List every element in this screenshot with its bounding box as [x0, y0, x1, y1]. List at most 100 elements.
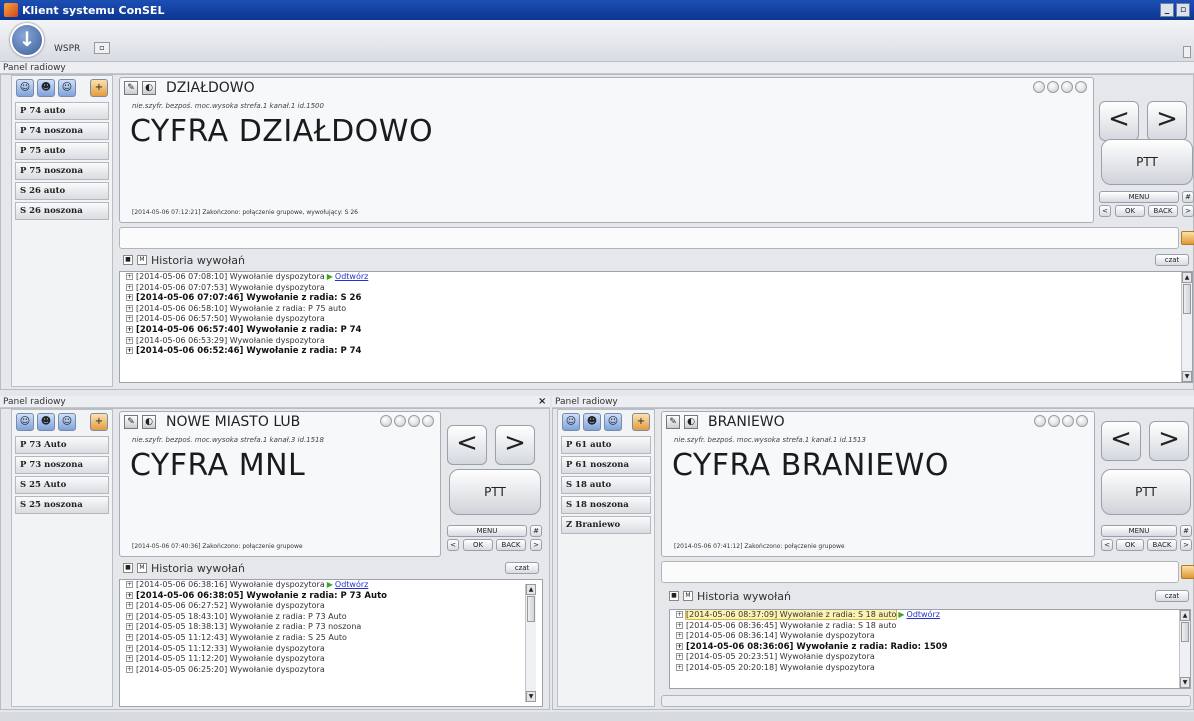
history-list[interactable]: + [2014-05-06 08:37:09] Wywołanie z radia…: [669, 609, 1191, 689]
expand-row-icon[interactable]: +: [126, 612, 133, 620]
play-link[interactable]: Odtwórz: [335, 272, 368, 281]
history-scrollbar[interactable]: ▲ ▼: [1181, 272, 1192, 382]
expand-row-icon[interactable]: +: [126, 665, 133, 673]
expand-row-icon[interactable]: +: [126, 347, 133, 355]
wspr-button[interactable]: ▫: [94, 42, 110, 54]
message-strip[interactable]: [661, 561, 1179, 583]
expand-row-icon[interactable]: +: [676, 642, 683, 650]
expand-row-icon[interactable]: +: [126, 633, 133, 641]
expand-row-icon[interactable]: +: [126, 283, 133, 291]
history-row[interactable]: + [2014-05-06 06:57:40] Wywołanie z radia…: [120, 325, 1192, 336]
m-icon[interactable]: M: [683, 591, 693, 601]
arrow-down-icon[interactable]: ↓: [10, 23, 44, 57]
play-icon[interactable]: ▶: [327, 580, 333, 589]
back-button[interactable]: BACK: [496, 539, 526, 551]
play-link[interactable]: Odtwórz: [335, 580, 368, 589]
ptt-button[interactable]: PTT: [1101, 469, 1191, 515]
left-small-button[interactable]: <: [1101, 539, 1113, 551]
history-row[interactable]: + [2014-05-05 18:43:10] Wywołanie z radia…: [120, 612, 542, 623]
history-list[interactable]: + [2014-05-06 07:08:10] Wywołanie dyspozy…: [119, 271, 1193, 383]
expand-row-icon[interactable]: +: [126, 623, 133, 631]
right-small-button[interactable]: >: [530, 539, 542, 551]
unit-item[interactable]: P 73 noszona: [15, 456, 109, 474]
ptt-button[interactable]: PTT: [449, 469, 541, 515]
menu-button[interactable]: MENU: [1099, 191, 1179, 203]
expand-icon[interactable]: ■: [123, 255, 133, 265]
history-row[interactable]: + [2014-05-06 06:53:29] Wywołanie dyspozy…: [120, 336, 1192, 347]
right-small-button[interactable]: >: [1180, 539, 1192, 551]
toolbar-scroll-button[interactable]: [1183, 46, 1191, 58]
back-button[interactable]: BACK: [1148, 205, 1178, 217]
unit-item[interactable]: P 75 auto: [15, 142, 109, 160]
maximize-button[interactable]: ▫: [1176, 3, 1190, 17]
history-row[interactable]: + [2014-05-06 08:36:06] Wywołanie z radia…: [670, 642, 1190, 653]
prev-button[interactable]: <: [1099, 101, 1139, 141]
expand-row-icon[interactable]: +: [126, 304, 133, 312]
next-button[interactable]: >: [1149, 421, 1189, 461]
user-icon[interactable]: ☺: [562, 413, 580, 431]
expand-row-icon[interactable]: +: [676, 632, 683, 640]
expand-row-icon[interactable]: +: [676, 663, 683, 671]
history-row[interactable]: + [2014-05-06 06:38:05] Wywołanie z radia…: [120, 591, 542, 602]
prev-button[interactable]: <: [447, 425, 487, 465]
czat-button[interactable]: czat: [1155, 254, 1189, 266]
history-row[interactable]: + [2014-05-05 11:12:43] Wywołanie z radia…: [120, 633, 542, 644]
unit-item[interactable]: P 74 noszona: [15, 122, 109, 140]
m-icon[interactable]: M: [137, 563, 147, 573]
unit-item[interactable]: P 61 auto: [561, 436, 651, 454]
group-icon[interactable]: ☻: [37, 79, 55, 97]
contact-icon[interactable]: ☺: [604, 413, 622, 431]
add-user-icon[interactable]: +: [632, 413, 650, 431]
settings-icon[interactable]: ✎: [666, 415, 680, 429]
history-row[interactable]: + [2014-05-06 07:07:46] Wywołanie z radia…: [120, 293, 1192, 304]
expand-row-icon[interactable]: +: [126, 655, 133, 663]
expand-row-icon[interactable]: +: [676, 611, 683, 618]
history-row[interactable]: + [2014-05-05 20:23:51] Wywołanie dyspozy…: [670, 652, 1190, 663]
history-row[interactable]: + [2014-05-06 07:07:53] Wywołanie dyspozy…: [120, 283, 1192, 294]
history-row[interactable]: + [2014-05-05 11:12:33] Wywołanie dyspozy…: [120, 644, 542, 655]
back-button[interactable]: BACK: [1147, 539, 1177, 551]
contact-icon[interactable]: ☺: [58, 79, 76, 97]
unit-item[interactable]: P 61 noszona: [561, 456, 651, 474]
expand-row-icon[interactable]: +: [126, 602, 133, 610]
ok-button[interactable]: OK: [463, 539, 493, 551]
speaker-icon[interactable]: ◐: [684, 415, 698, 429]
unit-item[interactable]: S 26 auto: [15, 182, 109, 200]
unit-item[interactable]: S 25 noszona: [15, 496, 109, 514]
user-icon[interactable]: ☺: [16, 79, 34, 97]
ptt-button[interactable]: PTT: [1101, 139, 1193, 185]
history-row[interactable]: + [2014-05-06 08:36:45] Wywołanie z radia…: [670, 621, 1190, 632]
expand-row-icon[interactable]: +: [126, 591, 133, 599]
history-row[interactable]: + [2014-05-05 06:25:20] Wywołanie dyspozy…: [120, 665, 542, 676]
history-row[interactable]: + [2014-05-06 06:58:10] Wywołanie z radia…: [120, 304, 1192, 315]
play-link[interactable]: Odtwórz: [907, 610, 940, 619]
history-row[interactable]: + [2014-05-05 20:20:18] Wywołanie dyspozy…: [670, 663, 1190, 674]
unit-item[interactable]: Z Braniewo: [561, 516, 651, 534]
ok-button[interactable]: OK: [1115, 205, 1145, 217]
history-row[interactable]: + [2014-05-05 11:12:20] Wywołanie dyspozy…: [120, 654, 542, 665]
message-strip[interactable]: [119, 227, 1179, 249]
history-row[interactable]: + [2014-05-06 06:57:50] Wywołanie dyspozy…: [120, 314, 1192, 325]
hash-button[interactable]: #: [1182, 191, 1194, 203]
hash-button[interactable]: #: [1180, 525, 1192, 537]
history-scrollbar[interactable]: ▲ ▼: [525, 584, 536, 702]
minimize-button[interactable]: _: [1160, 3, 1174, 17]
next-button[interactable]: >: [495, 425, 535, 465]
m-icon[interactable]: M: [137, 255, 147, 265]
speaker-icon[interactable]: ◐: [142, 81, 156, 95]
menu-button[interactable]: MENU: [447, 525, 527, 537]
history-row[interactable]: + [2014-05-06 08:36:14] Wywołanie dyspozy…: [670, 631, 1190, 642]
ok-button[interactable]: OK: [1116, 539, 1144, 551]
play-icon[interactable]: ▶: [898, 610, 904, 619]
speaker-icon[interactable]: ◐: [142, 415, 156, 429]
right-small-button[interactable]: >: [1182, 205, 1194, 217]
hash-button[interactable]: #: [530, 525, 542, 537]
expand-row-icon[interactable]: +: [676, 621, 683, 629]
expand-row-icon[interactable]: +: [126, 315, 133, 323]
contact-add-icon[interactable]: [1181, 565, 1194, 579]
next-button[interactable]: >: [1147, 101, 1187, 141]
expand-row-icon[interactable]: +: [126, 325, 133, 333]
prev-button[interactable]: <: [1101, 421, 1141, 461]
add-user-icon[interactable]: +: [90, 79, 108, 97]
expand-row-icon[interactable]: +: [126, 644, 133, 652]
